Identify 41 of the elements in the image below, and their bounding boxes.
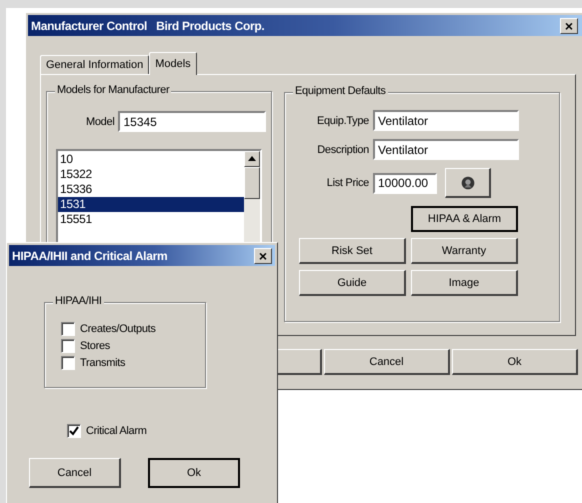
checkbox-label: Critical Alarm <box>86 424 147 436</box>
group-title: Equipment Defaults <box>293 85 388 97</box>
field-label: Model <box>86 116 114 128</box>
checkbox[interactable] <box>61 322 75 336</box>
action-button[interactable]: Guide <box>299 270 406 296</box>
list-item[interactable]: 15551 <box>58 212 244 227</box>
close-button[interactable]: × <box>254 248 272 264</box>
field-label: List Price <box>326 177 369 189</box>
tab[interactable]: General Information <box>40 55 150 74</box>
window-title: Manufacturer Control Bird Products Corp. <box>31 18 264 32</box>
field-label: Equip.Type <box>316 114 369 126</box>
checkbox-label: Creates/Outputs <box>80 322 156 334</box>
model-field[interactable]: 15345 <box>118 111 266 132</box>
field-label: Description <box>316 144 369 156</box>
dialog-button[interactable]: Cancel <box>324 349 450 375</box>
checkbox-label: Stores <box>80 340 110 352</box>
action-button[interactable]: Risk Set <box>299 238 406 264</box>
list-item[interactable]: 1531 <box>58 197 244 212</box>
action-button[interactable]: Warranty <box>411 238 518 264</box>
list-item[interactable]: 15336 <box>58 182 244 197</box>
dialog-button[interactable]: Cancel <box>29 458 121 488</box>
list-item[interactable]: 10 <box>58 152 244 167</box>
checkbox[interactable] <box>61 356 75 370</box>
group-title: Models for Manufacturer <box>55 84 172 96</box>
dialog-button[interactable]: Ok <box>148 458 240 488</box>
text-field[interactable]: 10000.00 <box>373 172 437 194</box>
text-field[interactable]: Ventilator <box>373 139 519 160</box>
emblem-icon <box>458 174 476 192</box>
tab[interactable]: Models <box>149 52 197 75</box>
dialog-button[interactable]: Ok <box>452 349 578 375</box>
action-button[interactable]: HIPAA & Alarm <box>411 206 518 232</box>
scroll-thumb[interactable] <box>244 167 260 199</box>
checkbox-label: Transmits <box>80 356 126 368</box>
checkbox[interactable] <box>61 338 75 352</box>
list-item[interactable]: 15322 <box>58 167 244 182</box>
text-field[interactable]: Ventilator <box>373 110 519 131</box>
action-button[interactable]: Image <box>411 270 518 296</box>
close-button[interactable]: × <box>560 18 578 34</box>
group-title: HIPAA/IHI <box>53 295 104 307</box>
icon-button[interactable] <box>445 168 491 198</box>
checkbox[interactable] <box>67 424 81 438</box>
